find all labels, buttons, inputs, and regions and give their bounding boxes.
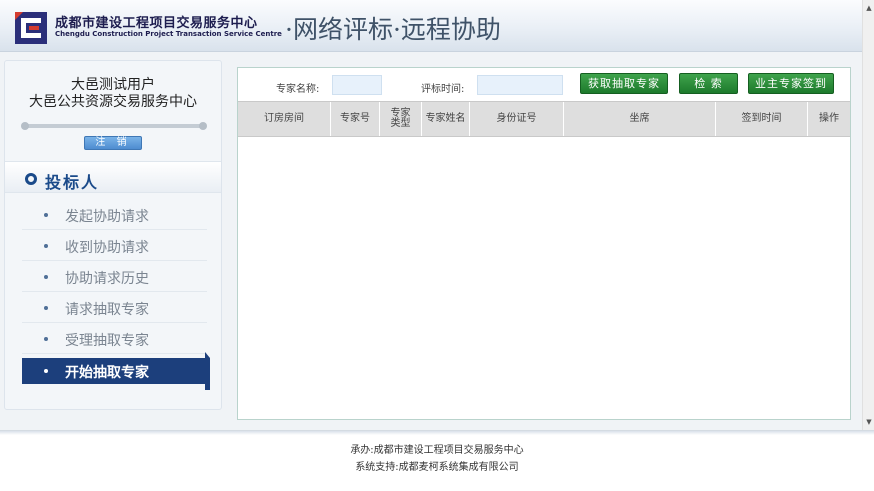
- review-time-label: 评标时间:: [421, 84, 465, 95]
- ring-bullet-icon: [25, 173, 37, 185]
- page-scrollbar[interactable]: ▲ ▼: [862, 0, 874, 430]
- bullet-icon: [44, 213, 48, 217]
- user-org: 大邑公共资源交易服务中心: [29, 94, 197, 110]
- sidebar-item-label: 开始抽取专家: [65, 365, 149, 381]
- column-header: 操作: [819, 113, 839, 124]
- table-header: 订房房间 专家号 专家类型 专家姓名 身份证号 坐席 签到时间 操作: [238, 101, 850, 137]
- sidebar-section-title: 投标人: [45, 173, 100, 192]
- bullet-icon: [44, 337, 48, 341]
- system-title: ·网络评标·远程协助: [285, 15, 501, 44]
- sidebar-item-accept-expert-draw[interactable]: 受理抽取专家: [22, 324, 207, 354]
- org-name-en: Chengdu Construction Project Transaction…: [55, 30, 282, 38]
- footer-host: 承办:成都市建设工程项目交易服务中心: [350, 445, 524, 456]
- search-button[interactable]: 检 索: [679, 73, 738, 94]
- bullet-icon: [44, 244, 48, 248]
- expert-name-label: 专家名称:: [276, 84, 320, 95]
- sidebar-item-received-requests[interactable]: 收到协助请求: [22, 231, 207, 261]
- user-panel-divider: [21, 122, 207, 130]
- sidebar-item-request-history[interactable]: 协助请求历史: [22, 262, 207, 292]
- column-header: 专家类型: [380, 102, 422, 136]
- column-header: 订房房间: [238, 102, 331, 136]
- owner-expert-signin-button[interactable]: 业主专家签到: [748, 73, 834, 94]
- expert-name-input[interactable]: [332, 75, 382, 95]
- table-body: [238, 138, 850, 418]
- scroll-up-icon[interactable]: ▲: [863, 2, 874, 14]
- column-header: 专家号: [331, 102, 380, 136]
- user-panel: 大邑测试用户 大邑公共资源交易服务中心 注 销: [5, 61, 221, 161]
- column-header: 坐席: [564, 102, 716, 136]
- org-logo-icon: [15, 12, 47, 44]
- column-header: 专家姓名: [422, 102, 470, 136]
- sidebar-item-label: 请求抽取专家: [65, 302, 149, 318]
- sidebar: 大邑测试用户 大邑公共资源交易服务中心 注 销 投标人 发起协助请求 收到协助请…: [4, 60, 222, 410]
- sidebar-item-label: 发起协助请求: [65, 209, 149, 225]
- main-panel: 专家名称: 评标时间: 获取抽取专家 检 索 业主专家签到 订房房间 专家号 专…: [237, 67, 851, 420]
- bullet-icon: [44, 369, 48, 373]
- page-footer: 承办:成都市建设工程项目交易服务中心 系统支持:成都麦柯系统集成有限公司: [0, 430, 874, 491]
- review-time-input[interactable]: [477, 75, 563, 95]
- scroll-down-icon[interactable]: ▼: [863, 416, 874, 428]
- app-header: 成都市建设工程项目交易服务中心 Chengdu Construction Pro…: [0, 0, 874, 52]
- sidebar-section-header: 投标人: [5, 161, 221, 193]
- bullet-icon: [44, 306, 48, 310]
- sidebar-item-start-expert-draw[interactable]: 开始抽取专家: [22, 352, 210, 390]
- bullet-icon: [44, 275, 48, 279]
- column-header: 身份证号: [470, 102, 564, 136]
- org-name-cn: 成都市建设工程项目交易服务中心: [55, 16, 258, 31]
- sidebar-item-label: 收到协助请求: [65, 240, 149, 256]
- sidebar-item-request-expert-draw[interactable]: 请求抽取专家: [22, 293, 207, 323]
- sidebar-item-label: 受理抽取专家: [65, 333, 149, 349]
- sidebar-item-initiate-request[interactable]: 发起协助请求: [22, 200, 207, 230]
- footer-support: 系统支持:成都麦柯系统集成有限公司: [355, 462, 519, 473]
- column-header: 签到时间: [716, 102, 808, 136]
- sidebar-item-label: 协助请求历史: [65, 271, 149, 287]
- fetch-experts-button[interactable]: 获取抽取专家: [580, 73, 668, 94]
- logout-button[interactable]: 注 销: [84, 136, 142, 150]
